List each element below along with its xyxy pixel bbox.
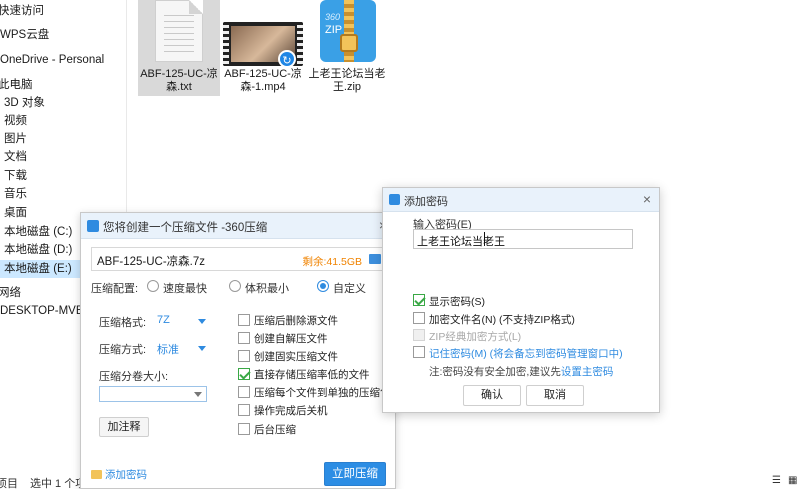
- method-dropdown[interactable]: 标准: [157, 341, 179, 357]
- nav-music[interactable]: 音乐: [4, 185, 131, 203]
- option-shutdown-label[interactable]: 操作完成后关机: [254, 403, 328, 418]
- preset-smallest-radio[interactable]: [229, 280, 241, 292]
- password-dialog-titlebar[interactable]: 添加密码 ×: [383, 188, 659, 212]
- preset-fastest-radio[interactable]: [147, 280, 159, 292]
- option-separate-archives-label[interactable]: 压缩每个文件到单独的压缩包: [254, 385, 391, 400]
- close-icon[interactable]: ×: [643, 191, 651, 207]
- file-name: ABF-125-UC-凉 森.txt: [140, 68, 218, 93]
- add-comment-button[interactable]: 加注释: [99, 417, 149, 437]
- option-solid-checkbox[interactable]: [238, 350, 250, 362]
- compress-dialog-title: 您将创建一个压缩文件 -360压缩: [103, 222, 268, 234]
- show-password-checkbox[interactable]: [413, 294, 425, 306]
- archive-filename: ABF-125-UC-凉森.7z: [97, 256, 205, 268]
- confirm-button[interactable]: 确认: [463, 385, 521, 406]
- nav-pictures[interactable]: 图片: [4, 130, 131, 148]
- compress-dialog-titlebar[interactable]: 您将创建一个压缩文件 -360压缩 ×: [81, 213, 395, 239]
- format-label: 压缩格式:: [99, 317, 147, 329]
- zip-classic-label: ZIP经典加密方式(L): [429, 331, 522, 343]
- chevron-down-icon[interactable]: [198, 346, 206, 351]
- file-name: ABF-125-UC-凉 森-1.mp4: [224, 68, 302, 93]
- file-item-mp4[interactable]: ↻ ABF-125-UC-凉 森-1.mp4: [222, 0, 304, 96]
- option-sfx-label[interactable]: 创建自解压文件: [254, 331, 328, 346]
- config-label: 压缩配置:: [91, 283, 139, 295]
- option-store-low-ratio-checkbox[interactable]: [238, 368, 250, 380]
- encrypt-filenames-checkbox[interactable]: [413, 312, 425, 324]
- split-size-select[interactable]: [99, 386, 207, 402]
- option-solid-label[interactable]: 创建固实压缩文件: [254, 349, 338, 364]
- details-view-icon[interactable]: ☰: [772, 475, 781, 486]
- option-delete-source-label[interactable]: 压缩后删除源文件: [254, 313, 338, 328]
- option-background-label[interactable]: 后台压缩: [254, 422, 296, 437]
- archive-filename-field[interactable]: ABF-125-UC-凉森.7z 剩余:41.5GB: [91, 247, 387, 271]
- free-space-label: 剩余:41.5GB: [302, 256, 362, 268]
- add-password-link[interactable]: 添加密码: [91, 467, 147, 482]
- folder-icon[interactable]: [369, 254, 381, 264]
- password-input[interactable]: 上老王论坛当老王: [413, 229, 633, 249]
- preset-fastest-label[interactable]: 速度最快: [163, 280, 207, 296]
- archive-app-icon: [87, 220, 99, 232]
- sync-badge-icon: ↻: [278, 50, 296, 68]
- format-dropdown[interactable]: 7Z: [157, 314, 170, 326]
- remember-password-checkbox[interactable]: [413, 346, 425, 358]
- zip-file-icon: 360 ZIP: [320, 0, 376, 62]
- nav-this-pc[interactable]: 此电脑: [0, 76, 125, 94]
- remember-password-label[interactable]: 记住密码(M) (将会备忘到密码管理窗口中): [429, 346, 623, 361]
- compress-now-button[interactable]: 立即压缩: [324, 462, 386, 486]
- option-background-checkbox[interactable]: [238, 423, 250, 435]
- archive-app-icon: [389, 194, 400, 205]
- password-input-value: 上老王论坛当老王: [417, 236, 505, 248]
- password-dialog-title: 添加密码: [404, 196, 448, 208]
- file-list: ABF-125-UC-凉 森.txt ↻ ABF-125-UC-凉 森-1.mp4 …: [128, 0, 800, 100]
- split-size-label: 压缩分卷大小:: [99, 371, 169, 383]
- preset-custom-radio[interactable]: [317, 280, 329, 292]
- chevron-down-icon[interactable]: [194, 392, 202, 397]
- option-shutdown-checkbox[interactable]: [238, 404, 250, 416]
- nav-wps-cloud[interactable]: WPS云盘: [0, 26, 127, 44]
- add-password-dialog: 添加密码 × 输入密码(E) 上老王论坛当老王 显示密码(S) 加密文件名(N)…: [382, 187, 660, 413]
- file-item-zip[interactable]: 360 ZIP 上老王论坛当老 王.zip: [306, 0, 388, 96]
- status-count: 项目: [0, 478, 18, 489]
- option-sfx-checkbox[interactable]: [238, 332, 250, 344]
- large-icons-view-icon[interactable]: ▦: [788, 475, 797, 486]
- security-note: 注:密码没有安全加密,建议先设置主密码: [429, 366, 614, 378]
- nav-quick-access[interactable]: 快速访问: [0, 2, 125, 20]
- nav-downloads[interactable]: 下载: [4, 167, 131, 185]
- nav-videos[interactable]: 视频: [4, 112, 131, 130]
- zip-classic-checkbox: [413, 329, 425, 341]
- folder-icon: [91, 470, 102, 479]
- compress-dialog: 您将创建一个压缩文件 -360压缩 × ABF-125-UC-凉森.7z 剩余:…: [80, 212, 396, 489]
- option-separate-archives-checkbox[interactable]: [238, 386, 250, 398]
- preset-smallest-label[interactable]: 体积最小: [245, 280, 289, 296]
- nav-3d-objects[interactable]: 3D 对象: [4, 94, 131, 112]
- text-file-icon: [155, 0, 203, 62]
- cancel-button[interactable]: 取消: [526, 385, 584, 406]
- set-master-password-link[interactable]: 设置主密码: [561, 366, 614, 378]
- show-password-label[interactable]: 显示密码(S): [429, 294, 485, 309]
- encrypt-filenames-label[interactable]: 加密文件名(N) (不支持ZIP格式): [429, 312, 575, 327]
- nav-documents[interactable]: 文档: [4, 148, 131, 166]
- option-delete-source-checkbox[interactable]: [238, 314, 250, 326]
- method-label: 压缩方式:: [99, 344, 147, 356]
- chevron-down-icon[interactable]: [198, 319, 206, 324]
- file-item-txt[interactable]: ABF-125-UC-凉 森.txt: [138, 0, 220, 96]
- preset-custom-label[interactable]: 自定义: [333, 280, 366, 296]
- option-store-low-ratio-label[interactable]: 直接存储压缩率低的文件: [254, 367, 370, 382]
- nav-onedrive[interactable]: OneDrive - Personal: [0, 51, 127, 69]
- text-caret: [484, 232, 485, 246]
- file-name: 上老王论坛当老 王.zip: [308, 68, 386, 93]
